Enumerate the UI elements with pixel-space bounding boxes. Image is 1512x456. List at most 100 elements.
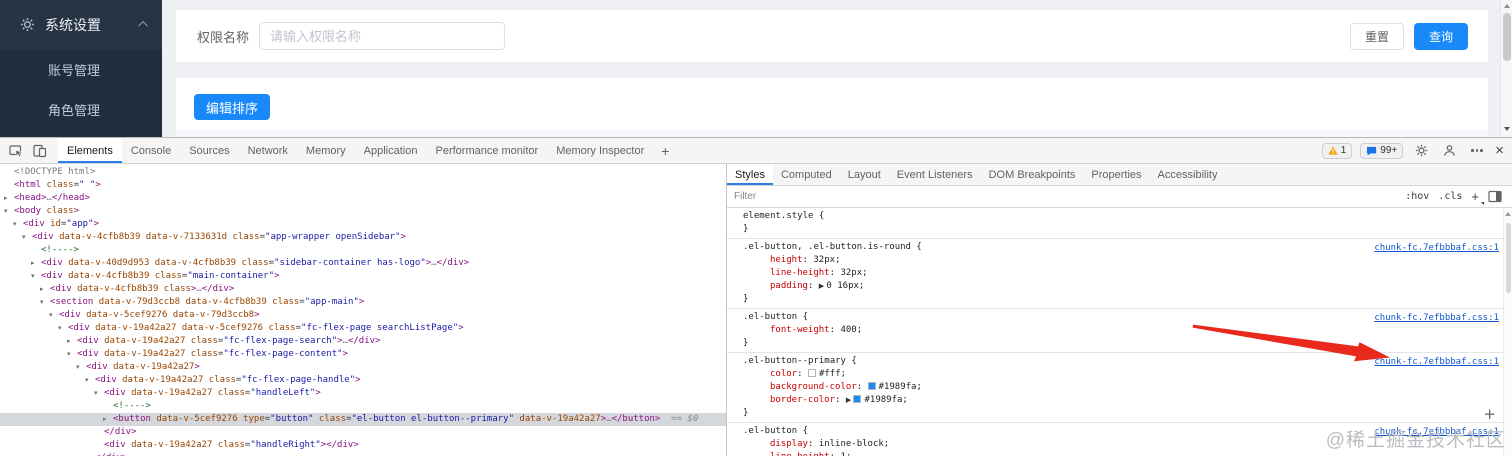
devtools-tab-network[interactable]: Network xyxy=(239,138,297,163)
expander-open-icon[interactable]: ▾ xyxy=(4,205,8,218)
add-rule-plus[interactable]: + xyxy=(1483,407,1496,422)
styles-tab-layout[interactable]: Layout xyxy=(840,164,889,185)
color-swatch[interactable] xyxy=(807,369,816,377)
page-scrollbar[interactable] xyxy=(1500,0,1512,137)
expander-open-icon[interactable]: ▾ xyxy=(76,361,80,374)
new-tool-plus-icon[interactable]: + xyxy=(653,138,677,163)
expander-open-icon[interactable]: ▾ xyxy=(40,296,44,309)
css-property[interactable]: line-height: 32px; xyxy=(743,267,1502,280)
expander-closed-icon[interactable]: ▸ xyxy=(40,283,44,296)
css-property[interactable]: ✓border-color: ▶ #1989fa; xyxy=(743,394,1502,407)
dom-tree-row[interactable]: ▾ <div data-v-19a42a27 class="fc-flex-pag… xyxy=(0,348,726,361)
dom-tree-row[interactable]: ▸ <div data-v-19a42a27 class="fc-flex-pag… xyxy=(0,335,726,348)
query-button[interactable]: 查询 xyxy=(1413,22,1468,50)
color-swatch[interactable] xyxy=(867,382,876,390)
styles-scroll-thumb[interactable] xyxy=(1506,223,1511,293)
styles-scrollbar[interactable] xyxy=(1503,209,1512,456)
new-style-rule-button[interactable]: + xyxy=(1471,189,1484,205)
dom-tree-row[interactable]: ▸ <div data-v-4cfb8b39 class>…</div> xyxy=(0,283,726,296)
styles-scroll-up-arrow[interactable] xyxy=(1505,212,1511,216)
devtools-tab-performance-monitor[interactable]: Performance monitor xyxy=(426,138,547,163)
expander-open-icon[interactable]: ▾ xyxy=(31,270,35,283)
dock-sidebar-icon[interactable] xyxy=(1488,190,1502,203)
dom-tree-row[interactable]: ▾ <div data-v-4cfb8b39 class="main-contai… xyxy=(0,270,726,283)
css-property[interactable]: ✓background-color: #1989fa; xyxy=(743,381,1502,394)
dom-tree-row[interactable]: </div> xyxy=(0,426,726,439)
css-property[interactable]: ✓color: #fff; xyxy=(743,368,1502,381)
dom-tree-row[interactable]: ▾ <div data-v-19a42a27 class="handleLeft"… xyxy=(0,387,726,400)
styles-tab-computed[interactable]: Computed xyxy=(773,164,840,185)
expander-open-icon[interactable]: ▾ xyxy=(49,309,53,322)
dom-tree-row[interactable]: ▾ <section data-v-79d3ccb8 data-v-4cfb8b3… xyxy=(0,296,726,309)
styles-pane: Styles Computed Layout Event Listeners DOM B… xyxy=(727,164,1512,456)
expander-open-icon[interactable]: ▾ xyxy=(94,387,98,400)
permission-name-input[interactable] xyxy=(259,22,506,50)
expander-closed-icon[interactable]: ▸ xyxy=(4,192,8,205)
message-badge[interactable]: 99+ xyxy=(1360,142,1404,159)
dom-tree-row[interactable]: <!----> xyxy=(0,244,726,257)
css-property[interactable]: display: inline-block; xyxy=(743,438,1502,451)
styles-tab-event-listeners[interactable]: Event Listeners xyxy=(889,164,981,185)
reset-button[interactable]: 重置 xyxy=(1349,22,1404,50)
devtools-tab-memory[interactable]: Memory xyxy=(297,138,355,163)
dom-tree-row[interactable]: ▾ <div data-v-19a42a27 class="fc-flex-pag… xyxy=(0,374,726,387)
expander-closed-icon[interactable]: ▸ xyxy=(103,413,107,426)
scroll-up-arrow[interactable] xyxy=(1504,4,1510,8)
dom-tree-row[interactable]: ▸ <head>…</head> xyxy=(0,192,726,205)
dom-tree-row[interactable]: ▾ <body class> xyxy=(0,205,726,218)
close-icon[interactable]: × xyxy=(1495,143,1504,158)
devtools-tab-console[interactable]: Console xyxy=(122,138,180,163)
css-property[interactable]: line-height: 1; xyxy=(743,451,1502,456)
devtools-tab-sources[interactable]: Sources xyxy=(180,138,238,163)
css-property[interactable]: height: 32px; xyxy=(743,254,1502,267)
dom-tree-row[interactable]: ▾ <div data-v-5cef9276 data-v-79d3ccb8> xyxy=(0,309,726,322)
styles-tab-accessibility[interactable]: Accessibility xyxy=(1150,164,1226,185)
scroll-thumb[interactable] xyxy=(1503,13,1511,61)
devtools-toolbar: Elements Console Sources Network Memory Appli… xyxy=(0,138,1512,164)
device-toolbar-icon[interactable] xyxy=(30,141,50,161)
dom-tree-row[interactable]: <html class=" "> xyxy=(0,179,726,192)
expand-value-icon[interactable]: ▶ xyxy=(846,396,854,404)
expander-closed-icon[interactable]: ▸ xyxy=(31,257,35,270)
inspect-element-icon[interactable] xyxy=(6,141,26,161)
dom-tree-row[interactable]: ▸ <div data-v-40d9d953 data-v-4cfb8b39 cl… xyxy=(0,257,726,270)
dom-tree-row[interactable]: ▾ <div data-v-4cfb8b39 data-v-7133631d cl… xyxy=(0,231,726,244)
dom-tree-row[interactable]: ▾ <div id="app"> xyxy=(0,218,726,231)
devtools-tab-application[interactable]: Application xyxy=(355,138,427,163)
dom-tree-row[interactable]: ▾ <div data-v-19a42a27> xyxy=(0,361,726,374)
sidebar-item[interactable]: 角色管理 xyxy=(0,89,162,129)
edit-sort-button[interactable]: 编辑排序 xyxy=(194,94,271,120)
expander-open-icon[interactable]: ▾ xyxy=(58,322,62,335)
dom-tree-row[interactable]: ▾ <div data-v-19a42a27 data-v-5cef9276 cl… xyxy=(0,322,726,335)
css-property[interactable]: font-weight: 400; xyxy=(743,324,1502,337)
dom-tree-row[interactable]: ▸ <button data-v-5cef9276 type="button" c… xyxy=(0,413,726,426)
dom-tree-row[interactable]: </div> xyxy=(0,452,726,456)
warning-badge[interactable]: 1 xyxy=(1321,142,1353,159)
more-options-icon[interactable] xyxy=(1467,141,1487,161)
styles-tab-dom-breakpoints[interactable]: DOM Breakpoints xyxy=(981,164,1084,185)
expander-open-icon[interactable]: ▾ xyxy=(85,374,89,387)
styles-tab-styles[interactable]: Styles xyxy=(727,164,773,185)
styles-tab-properties[interactable]: Properties xyxy=(1083,164,1149,185)
devtools-tab-memory-inspector[interactable]: Memory Inspector xyxy=(547,138,653,163)
dom-tree-row[interactable]: <div data-v-19a42a27 class="handleRight"… xyxy=(0,439,726,452)
styles-filter-input[interactable] xyxy=(734,191,1397,202)
toggle-hover-state-button[interactable]: :hov xyxy=(1405,191,1429,202)
devtools-tab-elements[interactable]: Elements xyxy=(58,138,122,163)
style-rule: element.style {} xyxy=(727,208,1512,239)
expander-open-icon[interactable]: ▾ xyxy=(13,218,17,231)
dom-tree-row[interactable]: <!DOCTYPE html> xyxy=(0,166,726,179)
settings-gear-icon[interactable] xyxy=(1411,141,1431,161)
toggle-class-button[interactable]: .cls xyxy=(1438,191,1462,202)
devtools-tabs: Elements Console Sources Network Memory Appli… xyxy=(58,138,653,163)
css-property[interactable]: padding: ▶ 0 16px; xyxy=(743,280,1502,293)
scroll-down-arrow[interactable] xyxy=(1504,127,1510,131)
color-swatch[interactable] xyxy=(853,395,862,403)
profile-icon[interactable] xyxy=(1439,141,1459,161)
dom-tree-row[interactable]: <!----> xyxy=(0,400,726,413)
expander-closed-icon[interactable]: ▸ xyxy=(67,335,71,348)
expander-open-icon[interactable]: ▾ xyxy=(22,231,26,244)
sidebar-item[interactable]: 账号管理 xyxy=(0,49,162,89)
expander-open-icon[interactable]: ▾ xyxy=(67,348,71,361)
sidebar-menu-system-settings[interactable]: 系统设置 xyxy=(0,0,162,49)
